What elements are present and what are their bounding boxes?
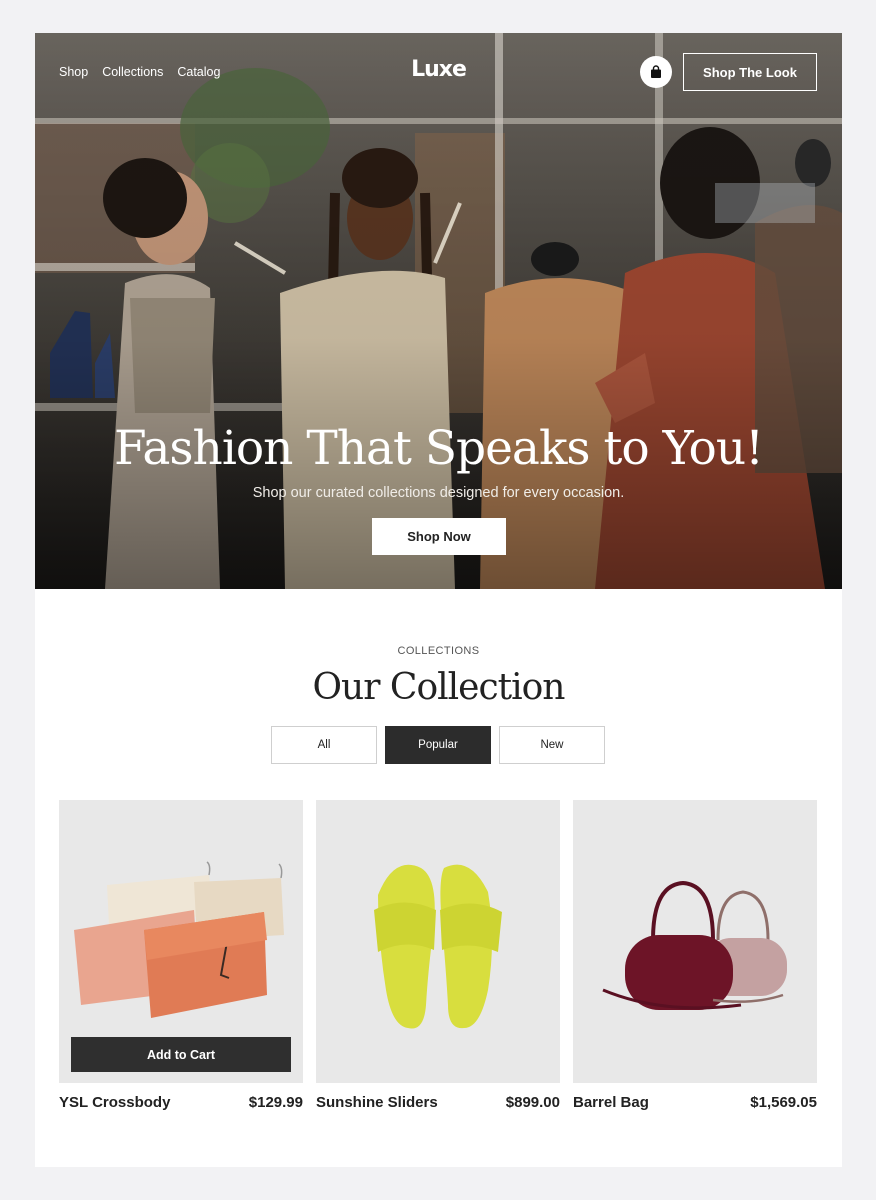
hero-subtitle: Shop our curated collections designed fo… bbox=[252, 485, 625, 501]
product-image[interactable] bbox=[573, 800, 817, 1083]
product-card[interactable]: Barrel Bag $1,569.05 bbox=[573, 800, 817, 1111]
nav-link-shop[interactable]: Shop bbox=[59, 65, 88, 79]
add-to-cart-button[interactable]: Add to Cart bbox=[71, 1037, 291, 1072]
shopping-bag-icon bbox=[651, 65, 661, 78]
barrel-bags-image bbox=[602, 880, 787, 1010]
filter-all[interactable]: All bbox=[271, 726, 377, 764]
product-grid: Add to Cart YSL Crossbody $129.99 Sunshi… bbox=[59, 800, 817, 1111]
product-meta: Barrel Bag $1,569.05 bbox=[573, 1094, 817, 1111]
product-card[interactable]: Add to Cart YSL Crossbody $129.99 bbox=[59, 800, 303, 1111]
filter-new[interactable]: New bbox=[499, 726, 605, 764]
hero-overlay bbox=[35, 33, 842, 589]
nav-link-collections[interactable]: Collections bbox=[102, 65, 163, 79]
shop-the-look-button[interactable]: Shop The Look bbox=[683, 53, 817, 91]
hero-title: Fashion That Speaks to You! bbox=[113, 421, 764, 476]
product-meta: Sunshine Sliders $899.00 bbox=[316, 1094, 560, 1111]
section-title: Our Collection bbox=[312, 667, 566, 708]
section-eyebrow: COLLECTIONS bbox=[397, 645, 480, 657]
yellow-sliders-image bbox=[374, 864, 502, 1029]
collection-filters: All Popular New bbox=[271, 726, 605, 764]
product-name[interactable]: YSL Crossbody bbox=[59, 1094, 170, 1111]
primary-nav: Shop Collections Catalog bbox=[59, 65, 220, 79]
product-meta: YSL Crossbody $129.99 bbox=[59, 1094, 303, 1111]
shop-now-button[interactable]: Shop Now bbox=[372, 518, 506, 555]
product-price: $1,569.05 bbox=[750, 1094, 817, 1111]
cart-button[interactable] bbox=[640, 56, 672, 88]
product-image[interactable]: Add to Cart bbox=[59, 800, 303, 1083]
hero-banner: Shop Collections Catalog Luxe Shop The L… bbox=[35, 33, 842, 589]
product-card[interactable]: Sunshine Sliders $899.00 bbox=[316, 800, 560, 1111]
page: Shop Collections Catalog Luxe Shop The L… bbox=[35, 33, 842, 1167]
product-price: $899.00 bbox=[505, 1094, 560, 1111]
nav-link-catalog[interactable]: Catalog bbox=[177, 65, 220, 79]
filter-popular[interactable]: Popular bbox=[385, 726, 491, 764]
product-image[interactable] bbox=[316, 800, 560, 1083]
product-price: $129.99 bbox=[248, 1094, 303, 1111]
product-name[interactable]: Sunshine Sliders bbox=[316, 1094, 438, 1111]
product-name[interactable]: Barrel Bag bbox=[573, 1094, 649, 1111]
